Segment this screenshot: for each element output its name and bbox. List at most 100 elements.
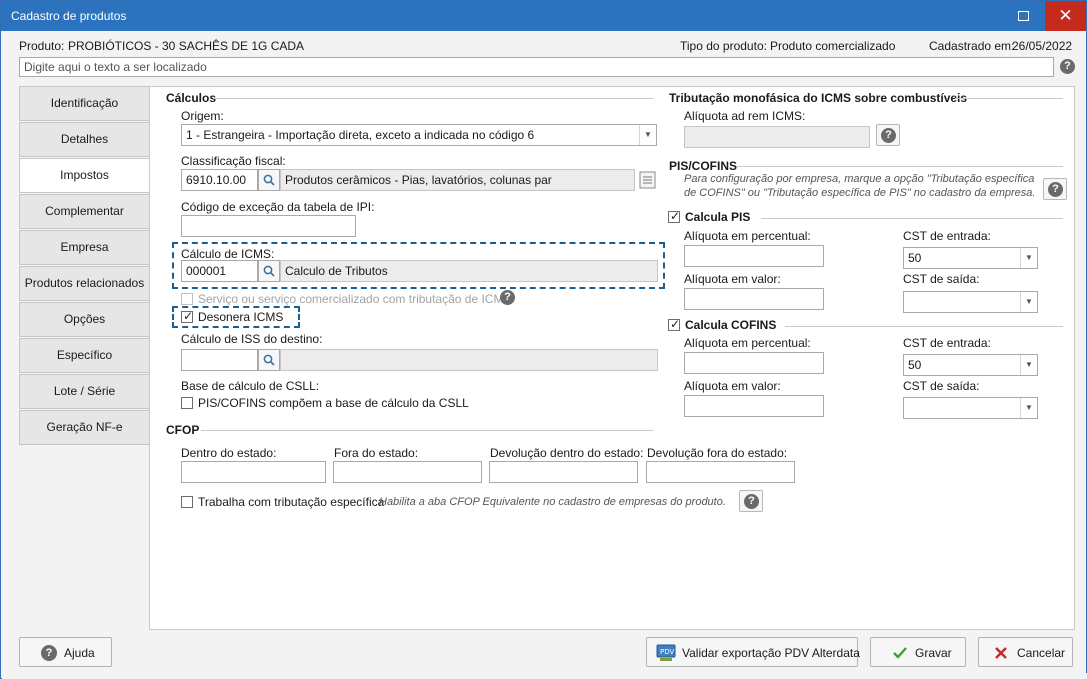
ajuda-button[interactable]: ? Ajuda (19, 637, 112, 667)
calcula-cofins-label: Calcula COFINS (685, 318, 777, 332)
chevron-down-icon: ▼ (1020, 248, 1037, 268)
cfop-dentro-label: Dentro do estado: (181, 446, 277, 460)
tab-detalhes[interactable]: Detalhes (19, 122, 150, 157)
window-title: Cadastro de produtos (11, 9, 127, 23)
icms-desc: Calculo de Tributos (280, 260, 658, 282)
calcula-pis-checkbox[interactable]: ✓ (668, 209, 681, 223)
servico-label: Serviço ou serviço comercializado com tr… (198, 292, 512, 306)
iss-label: Cálculo de ISS do destino: (181, 332, 323, 346)
pis-cst-entrada-label: CST de entrada: (903, 229, 991, 243)
iss-search-button[interactable] (258, 349, 280, 371)
piscofins-hint-2: de COFINS" ou "Tributação específica de … (684, 187, 1036, 199)
pis-aliq-perc-input[interactable] (684, 245, 824, 267)
maximize-button[interactable] (1001, 1, 1045, 31)
cancelar-label: Cancelar (1017, 646, 1066, 660)
pis-cst-entrada-value: 50 (908, 251, 922, 265)
piscofins-separator (737, 166, 1063, 167)
trib-help-button[interactable]: ? (739, 490, 763, 512)
help-icon: ? (744, 494, 759, 509)
check-icon: ✓ (670, 209, 681, 223)
pis-aliq-valor-input[interactable] (684, 288, 824, 310)
icms-search-button[interactable] (258, 260, 280, 282)
servico-checkbox[interactable] (181, 293, 193, 305)
check-icon: ✓ (670, 317, 681, 331)
piscofins-help-button[interactable]: ? (1043, 178, 1067, 200)
classificacao-search-button[interactable] (258, 169, 280, 191)
cfop-dentro-input[interactable] (181, 461, 326, 483)
aliquota-adrem-input (684, 126, 870, 148)
csll-checkbox[interactable] (181, 397, 193, 409)
cofins-aliq-perc-input[interactable] (684, 352, 824, 374)
pis-cst-entrada-select[interactable]: 50 ▼ (903, 247, 1038, 269)
classificacao-label: Classificação fiscal: (181, 154, 286, 168)
close-button[interactable]: ✕ (1045, 1, 1086, 31)
cfop-dev-fora-input[interactable] (646, 461, 795, 483)
help-icon: ? (1048, 182, 1063, 197)
cofins-aliq-perc-label: Alíquota em percentual: (684, 336, 811, 350)
tab-empresa[interactable]: Empresa (19, 230, 150, 265)
pis-cst-saida-select[interactable]: ▼ (903, 291, 1038, 313)
search-help-button[interactable]: ? (1058, 56, 1078, 78)
origem-select[interactable]: 1 - Estrangeira - Importação direta, exc… (181, 124, 657, 146)
pis-cst-saida-label: CST de saída: (903, 272, 980, 286)
cfop-dev-dentro-input[interactable] (489, 461, 638, 483)
desonera-label: Desonera ICMS (198, 310, 284, 324)
cofins-separator (785, 326, 1063, 327)
servico-help-button[interactable]: ? (497, 288, 519, 308)
cfop-title: CFOP (166, 423, 200, 437)
search-input[interactable]: Digite aqui o texto a ser localizado (19, 57, 1054, 77)
iss-code-input[interactable] (181, 349, 258, 371)
pis-separator (761, 218, 1063, 219)
cancelar-button[interactable]: Cancelar (978, 637, 1073, 667)
cfop-separator (201, 430, 653, 431)
list-icon (639, 171, 656, 189)
csll-check-label: PIS/COFINS compõem a base de cálculo da … (198, 396, 469, 410)
classificacao-code-input[interactable]: 6910.10.00 (181, 169, 258, 191)
excecao-input[interactable] (181, 215, 356, 237)
tab-identificacao[interactable]: Identificação (19, 86, 150, 121)
cfop-fora-label: Fora do estado: (334, 446, 419, 460)
check-icon (893, 647, 907, 659)
calcula-cofins-checkbox[interactable]: ✓ (668, 317, 681, 331)
adrem-help-button[interactable]: ? (876, 124, 900, 146)
tab-geracao-nfe[interactable]: Geração NF-e (19, 410, 150, 445)
origem-label: Origem: (181, 109, 224, 123)
title-bar: Cadastro de produtos ✕ (1, 1, 1086, 31)
close-icon (995, 647, 1007, 659)
icms-code-input[interactable]: 000001 (181, 260, 258, 282)
help-icon: ? (500, 290, 515, 305)
tab-lote-serie[interactable]: Lote / Série (19, 374, 150, 409)
trib-especifica-checkbox[interactable] (181, 496, 193, 508)
tab-opcoes[interactable]: Opções (19, 302, 150, 337)
tab-complementar[interactable]: Complementar (19, 194, 150, 229)
gravar-button[interactable]: Gravar (870, 637, 966, 667)
pdv-icon: PDV (656, 644, 676, 661)
cadastrado-value: 26/05/2022 (1012, 39, 1073, 53)
cfop-fora-input[interactable] (333, 461, 482, 483)
search-icon (263, 174, 275, 186)
classificacao-desc: Produtos cerâmicos - Pias, lavatórios, c… (280, 169, 635, 191)
validar-pdv-label: Validar exportação PDV Alterdata (682, 646, 860, 660)
chevron-down-icon: ▼ (1020, 398, 1037, 418)
cofins-cst-entrada-select[interactable]: 50 ▼ (903, 354, 1038, 376)
classificacao-list-button[interactable] (638, 169, 658, 191)
cofins-aliq-valor-input[interactable] (684, 395, 824, 417)
tab-produtos-relacionados[interactable]: Produtos relacionados (19, 266, 150, 301)
calcula-pis-label: Calcula PIS (685, 210, 751, 224)
calculos-separator (213, 98, 653, 99)
cofins-cst-saida-select[interactable]: ▼ (903, 397, 1038, 419)
validar-pdv-button[interactable]: PDV Validar exportação PDV Alterdata (646, 637, 860, 667)
cofins-cst-entrada-value: 50 (908, 358, 922, 372)
tab-especifico[interactable]: Específico (19, 338, 150, 373)
chevron-down-icon: ▼ (1020, 355, 1037, 375)
produto-label: Produto: (19, 39, 65, 53)
tipo-value: Produto comercializado (770, 39, 896, 53)
iss-desc (280, 349, 658, 371)
cofins-cst-saida-label: CST de saída: (903, 379, 980, 393)
calculos-title: Cálculos (166, 91, 217, 105)
chevron-down-icon: ▼ (1020, 292, 1037, 312)
cfop-dev-dentro-label: Devolução dentro do estado: (490, 446, 644, 460)
tab-impostos[interactable]: Impostos (19, 158, 150, 193)
close-icon: ✕ (1058, 6, 1073, 25)
desonera-checkbox[interactable]: ✓ (181, 309, 193, 323)
